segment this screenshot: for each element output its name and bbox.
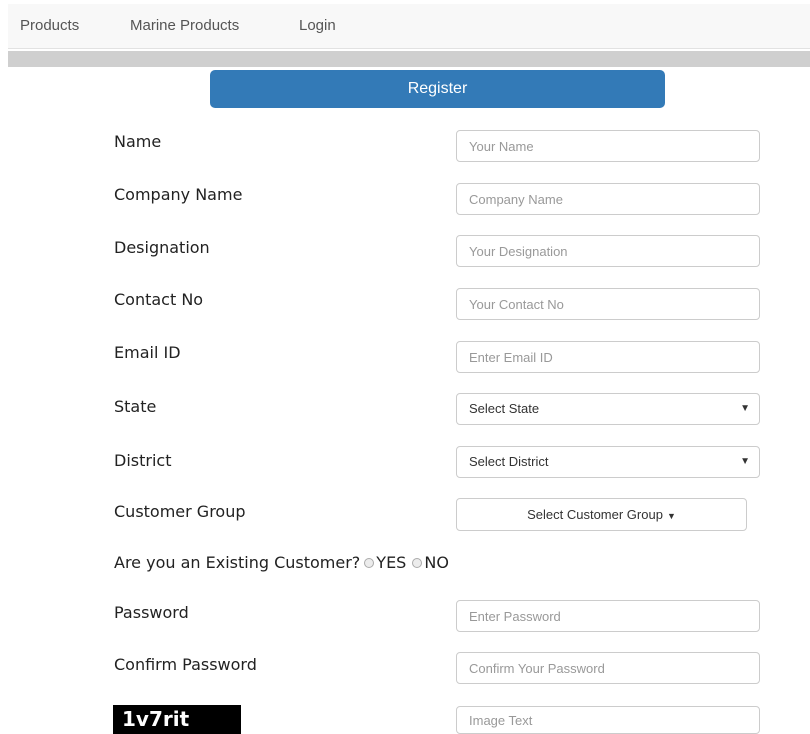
caret-down-icon: ▼ [666,511,676,521]
no-radio[interactable] [412,557,423,568]
captcha-image: 1v7rit [113,705,241,734]
contact-no-label: Contact No [114,290,204,309]
district-select[interactable]: Select District ▼ [456,446,760,478]
designation-input[interactable] [456,235,760,267]
yes-radio-label: YES [376,553,407,572]
nav-products-link[interactable]: Products [20,17,79,34]
company-name-input[interactable] [456,183,760,215]
existing-customer-group: Are you an Existing Customer? YES NO [114,553,449,572]
state-select-value: Select State [469,401,540,416]
nav-login-link[interactable]: Login [299,17,336,34]
company-name-label: Company Name [114,185,243,204]
contact-no-input[interactable] [456,288,760,320]
triangle-down-icon: ▼ [740,403,750,414]
captcha-input[interactable] [456,706,760,734]
email-input[interactable] [456,341,760,373]
header-divider-bar [8,51,810,67]
name-input[interactable] [456,130,760,162]
existing-customer-question: Are you an Existing Customer? [114,553,361,572]
confirm-password-input[interactable] [456,652,760,684]
confirm-password-label: Confirm Password [114,655,257,674]
top-navbar: Products Marine Products Login [8,4,810,49]
name-label: Name [114,132,162,151]
customer-group-label: Customer Group [114,502,246,521]
customer-group-button-label: Select Customer Group [527,507,663,522]
state-select[interactable]: Select State ▼ [456,393,760,425]
yes-radio[interactable] [364,557,375,568]
email-label: Email ID [114,343,181,362]
password-label: Password [114,603,189,622]
designation-label: Designation [114,238,210,257]
district-label: District [114,451,172,470]
customer-group-dropdown-button[interactable]: Select Customer Group ▼ [456,498,747,531]
nav-marine-products-link[interactable]: Marine Products [130,17,239,34]
register-header: Register [210,70,665,108]
state-label: State [114,397,157,416]
password-input[interactable] [456,600,760,632]
no-radio-label: NO [424,553,449,572]
triangle-down-icon: ▼ [740,456,750,467]
district-select-value: Select District [469,454,549,469]
